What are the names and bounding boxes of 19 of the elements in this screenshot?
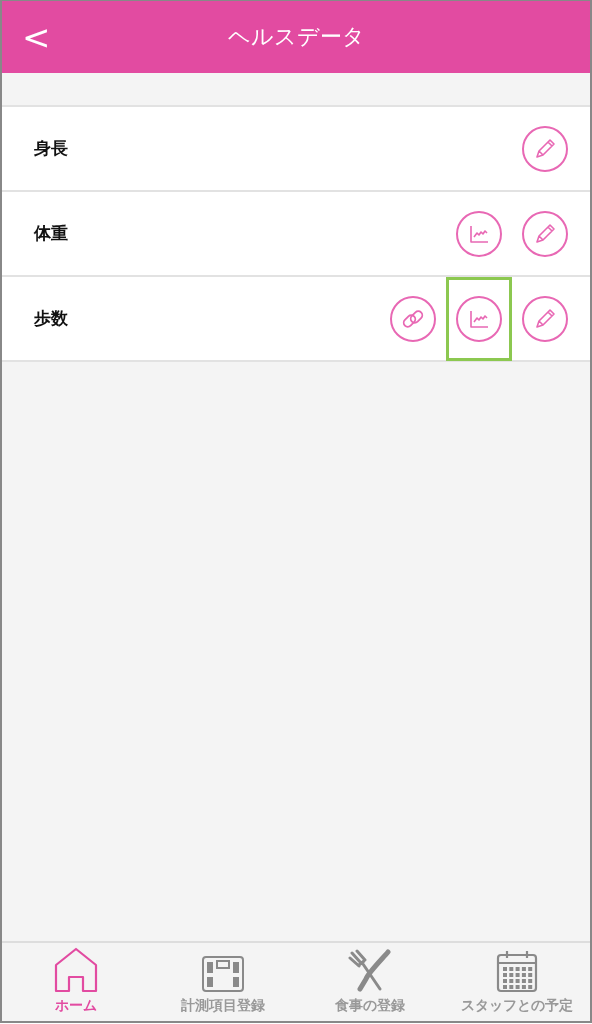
tab-item[interactable]: 食事の登録 bbox=[296, 943, 443, 1021]
row-label: 体重 bbox=[34, 222, 69, 245]
chart-button[interactable] bbox=[456, 210, 502, 257]
edit-button[interactable] bbox=[522, 295, 568, 342]
scale-icon bbox=[200, 955, 245, 993]
edit-button[interactable] bbox=[522, 210, 568, 257]
row-label: 身長 bbox=[34, 137, 69, 160]
calendar-icon bbox=[495, 949, 538, 993]
tab-item[interactable]: スタッフとの予定 bbox=[443, 943, 590, 1021]
page-title: ヘルスデータ bbox=[227, 23, 365, 51]
row-label: 歩数 bbox=[34, 307, 69, 330]
back-button[interactable]: < bbox=[16, 20, 57, 54]
link-button[interactable] bbox=[390, 295, 436, 342]
house-icon bbox=[52, 947, 99, 993]
tab-item[interactable]: 計測項目登録 bbox=[149, 943, 296, 1021]
edit-button[interactable] bbox=[522, 125, 568, 172]
chart-button[interactable] bbox=[456, 295, 502, 342]
fork-knife-icon bbox=[347, 949, 392, 993]
tab-item[interactable]: ホーム bbox=[2, 943, 149, 1021]
